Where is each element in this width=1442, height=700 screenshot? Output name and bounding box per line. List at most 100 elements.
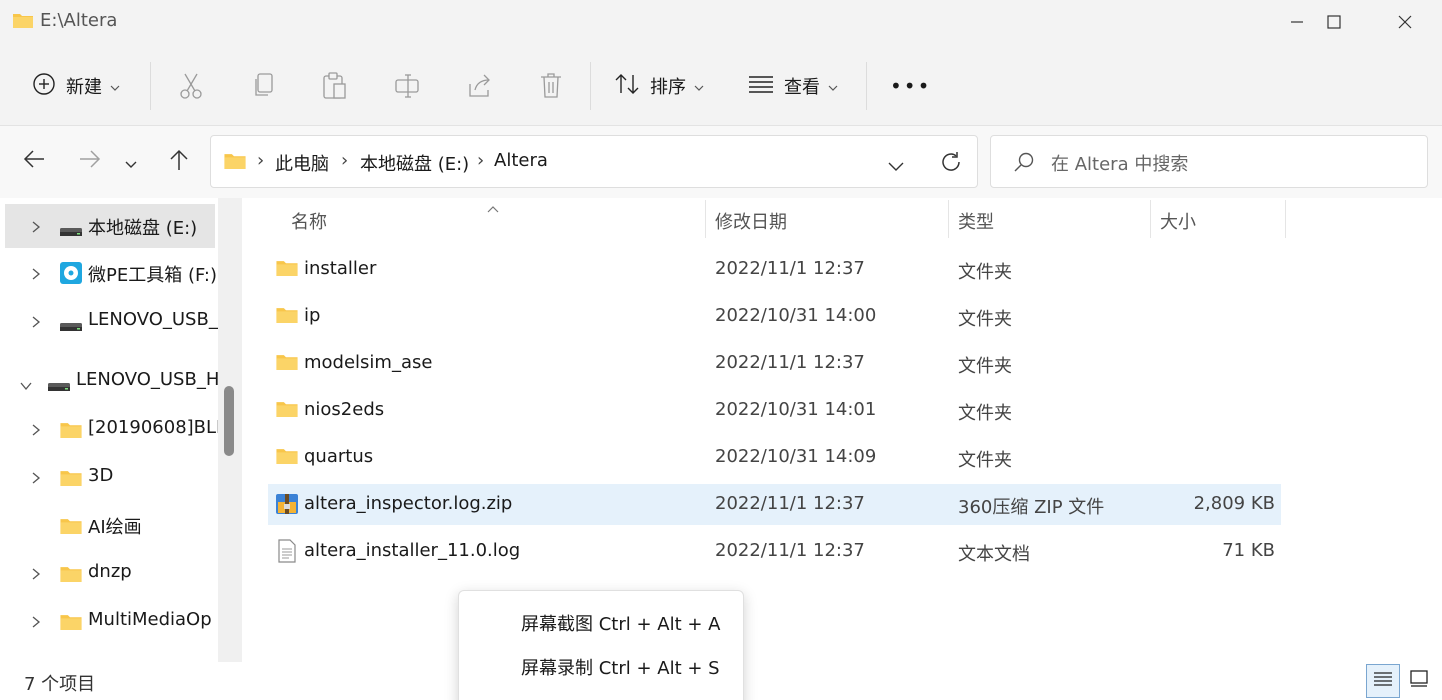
folder-icon — [59, 420, 83, 444]
file-name: ip — [304, 305, 321, 326]
maximize-button[interactable] — [1299, 0, 1369, 44]
view-label: 查看 — [784, 77, 820, 98]
file-type: 文本文档 — [958, 544, 1030, 565]
file-row-selected[interactable]: altera_inspector.log.zip 2022/11/1 12:37… — [268, 484, 1281, 525]
breadcrumb-altera[interactable]: Altera — [494, 150, 548, 171]
sort-label: 排序 — [650, 77, 686, 98]
file-row[interactable]: modelsim_ase 2022/11/1 12:37 文件夹 — [268, 343, 1281, 384]
nav-item-label: 3D — [88, 465, 114, 486]
more-options-button[interactable]: ••• — [890, 64, 931, 108]
file-row[interactable]: quartus 2022/10/31 14:09 文件夹 — [268, 437, 1281, 478]
file-row[interactable]: ip 2022/10/31 14:00 文件夹 — [268, 296, 1281, 337]
nav-item-label: 本地磁盘 (E:) — [88, 218, 198, 239]
forward-arrow-icon[interactable] — [78, 148, 102, 175]
drive-icon — [59, 221, 83, 242]
file-type: 文件夹 — [958, 450, 1012, 471]
column-header-modified[interactable]: 修改日期 — [715, 208, 787, 234]
nav-item-folder-3d[interactable]: 3D — [5, 455, 215, 499]
file-modified: 2022/11/1 12:37 — [715, 540, 865, 561]
column-header-name[interactable]: 名称 — [291, 208, 327, 234]
zip-archive-icon — [275, 492, 299, 521]
nav-item-folder-blh[interactable]: [20190608]BLH — [5, 407, 230, 451]
file-row[interactable]: nios2eds 2022/10/31 14:01 文件夹 — [268, 390, 1281, 431]
back-arrow-icon[interactable] — [22, 148, 46, 175]
rename-icon[interactable] — [394, 72, 420, 105]
folder-icon — [59, 564, 83, 588]
breadcrumb-chevron-icon: › — [257, 150, 265, 171]
column-header-type[interactable]: 类型 — [958, 208, 994, 234]
file-type: 文件夹 — [958, 262, 1012, 283]
details-view-icon — [1373, 670, 1393, 693]
address-bar[interactable]: › 此电脑 › 本地磁盘 (E:) › Altera — [210, 135, 978, 188]
folder-icon — [223, 151, 247, 175]
delete-icon[interactable] — [539, 72, 563, 105]
sort-arrows-icon — [614, 72, 640, 101]
title-bar: E:\Altera — [0, 0, 1442, 44]
sort-button[interactable]: 排序 — [614, 64, 704, 108]
paste-icon[interactable] — [322, 72, 348, 105]
large-icons-view-button[interactable] — [1402, 664, 1436, 698]
address-history-chevron-icon[interactable] — [887, 157, 905, 178]
recent-locations-chevron-icon[interactable] — [124, 154, 138, 175]
nav-item-wepe-f[interactable]: 微PE工具箱 (F:) — [5, 251, 217, 295]
context-menu: 屏幕截图 Ctrl + Alt + A 屏幕录制 Ctrl + Alt + S — [458, 590, 744, 700]
file-name: modelsim_ase — [304, 352, 433, 373]
file-name: altera_installer_11.0.log — [304, 540, 521, 561]
new-button[interactable]: 新建 — [32, 64, 120, 108]
new-label: 新建 — [66, 77, 102, 98]
chevron-right-icon[interactable] — [31, 421, 41, 442]
file-list: 名称 修改日期 类型 大小 installer 2022/11/1 12:37 … — [242, 198, 1442, 662]
chevron-right-icon[interactable] — [31, 313, 41, 334]
menu-item-screenshot[interactable]: 屏幕截图 Ctrl + Alt + A — [521, 610, 721, 636]
nav-scrollbar-thumb[interactable] — [224, 386, 234, 456]
file-row[interactable]: altera_installer_11.0.log 2022/11/1 12:3… — [268, 531, 1281, 572]
column-divider[interactable] — [1285, 200, 1286, 238]
chevron-right-icon[interactable] — [31, 613, 41, 634]
menu-item-screen-record[interactable]: 屏幕录制 Ctrl + Alt + S — [521, 654, 720, 680]
chevron-right-icon[interactable] — [31, 565, 41, 586]
close-button[interactable] — [1370, 0, 1440, 44]
nav-item-folder-ai[interactable]: AI绘画 — [5, 503, 215, 547]
nav-item-lenovo-usb-1[interactable]: LENOVO_USB_ — [5, 299, 218, 343]
view-button[interactable]: 查看 — [748, 64, 838, 108]
file-modified: 2022/11/1 12:37 — [715, 258, 865, 279]
file-name: altera_inspector.log.zip — [304, 493, 513, 514]
share-icon[interactable] — [467, 72, 493, 105]
nav-item-lenovo-usb-2[interactable]: LENOVO_USB_H — [5, 359, 219, 403]
up-arrow-icon[interactable] — [168, 148, 190, 177]
folder-icon — [59, 612, 83, 636]
cut-icon[interactable] — [178, 72, 204, 105]
file-type: 文件夹 — [958, 403, 1012, 424]
chevron-down-icon[interactable] — [19, 375, 33, 396]
nav-item-folder-multimedia[interactable]: MultiMediaOp — [5, 599, 215, 643]
search-box[interactable]: 在 Altera 中搜索 — [990, 135, 1428, 188]
breadcrumb-this-pc[interactable]: 此电脑 — [275, 150, 329, 176]
breadcrumb-drive-e[interactable]: 本地磁盘 (E:) — [360, 150, 469, 176]
file-modified: 2022/10/31 14:09 — [715, 446, 877, 467]
column-divider[interactable] — [705, 200, 706, 238]
file-row[interactable]: installer 2022/11/1 12:37 文件夹 — [268, 249, 1281, 290]
view-list-icon — [748, 74, 774, 99]
column-divider[interactable] — [948, 200, 949, 238]
file-name: nios2eds — [304, 399, 385, 420]
details-view-button[interactable] — [1366, 664, 1400, 698]
search-icon — [1013, 151, 1035, 178]
nav-item-label: [20190608]BLH — [88, 417, 230, 438]
disc-drive-icon — [59, 261, 83, 290]
chevron-right-icon[interactable] — [31, 469, 41, 490]
copy-icon[interactable] — [252, 72, 276, 105]
breadcrumb-chevron-icon: › — [341, 150, 349, 171]
breadcrumb-chevron-icon: › — [477, 150, 485, 171]
nav-item-folder-dnzp[interactable]: dnzp — [5, 551, 215, 595]
column-header-size[interactable]: 大小 — [1160, 208, 1196, 234]
refresh-icon[interactable] — [939, 150, 963, 179]
nav-item-label: LENOVO_USB_H — [76, 369, 220, 390]
search-placeholder: 在 Altera 中搜索 — [1051, 154, 1189, 175]
folder-icon — [275, 399, 299, 423]
column-divider[interactable] — [1150, 200, 1151, 238]
command-bar: 新建 排序 查看 ••• — [0, 44, 1442, 126]
chevron-right-icon[interactable] — [31, 218, 41, 239]
chevron-right-icon[interactable] — [31, 265, 41, 286]
nav-item-local-disk-e[interactable]: 本地磁盘 (E:) — [5, 204, 215, 248]
folder-icon — [275, 446, 299, 470]
